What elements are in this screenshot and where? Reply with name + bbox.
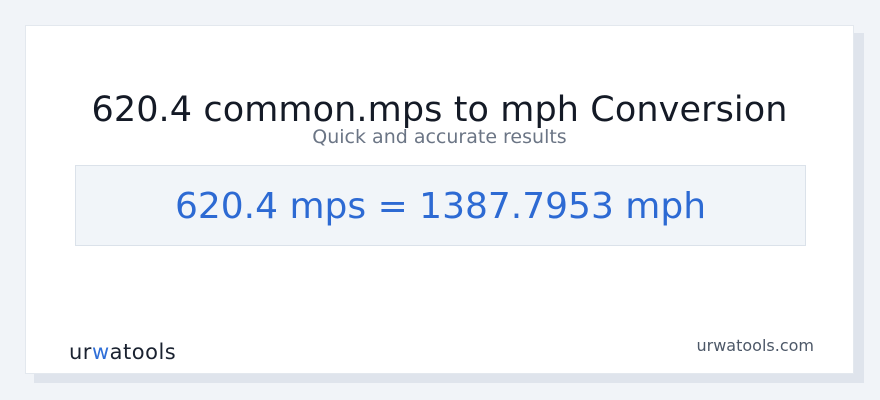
- conversion-card: 620.4 common.mps to mph Conversion Quick…: [25, 25, 854, 374]
- logo-text-end: atools: [109, 340, 177, 364]
- logo-text-start: ur: [69, 340, 92, 364]
- urwatools-logo[interactable]: urwatools: [69, 340, 177, 364]
- logo-text-accent: w: [91, 340, 110, 364]
- conversion-result: 620.4 mps = 1387.7953 mph: [174, 186, 707, 227]
- page-title: 620.4 common.mps to mph Conversion: [91, 90, 788, 130]
- site-link[interactable]: urwatools.com: [697, 336, 815, 355]
- page-subtitle: Quick and accurate results: [312, 126, 567, 148]
- result-box: 620.4 mps = 1387.7953 mph: [75, 165, 806, 246]
